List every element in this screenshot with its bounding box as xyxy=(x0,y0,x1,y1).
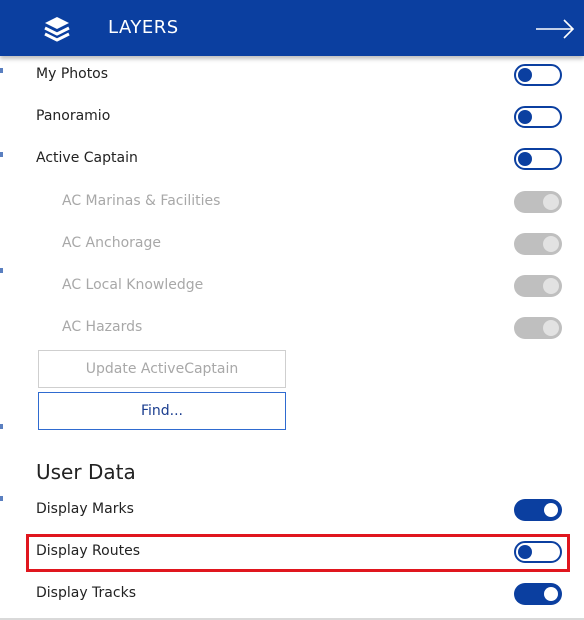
display-tracks-toggle[interactable] xyxy=(514,583,562,605)
ac-hazards-toggle xyxy=(514,317,562,339)
active-captain-toggle[interactable] xyxy=(514,148,562,170)
user-data-row-display-marks: Display Marks xyxy=(0,489,584,531)
toggle-knob xyxy=(544,503,558,517)
layer-label: AC Anchorage xyxy=(62,235,161,251)
layer-label: AC Local Knowledge xyxy=(62,277,204,293)
layer-row-panoramio: Panoramio xyxy=(0,96,584,138)
toggle-knob xyxy=(543,320,559,336)
toggle-knob xyxy=(518,152,532,166)
user-data-row-display-tracks: Display Tracks xyxy=(0,573,584,615)
panel-title: LAYERS xyxy=(108,17,179,38)
user-data-label: Display Tracks xyxy=(36,585,136,601)
toggle-knob xyxy=(543,194,559,210)
layer-label: Active Captain xyxy=(36,150,138,166)
layer-row-active-captain: Active Captain xyxy=(0,138,584,180)
ac-marinas-toggle xyxy=(514,191,562,213)
update-activecaptain-button: Update ActiveCaptain xyxy=(38,350,286,388)
arrow-right-icon[interactable] xyxy=(536,18,576,40)
layer-row-ac-anchorage: AC Anchorage xyxy=(0,223,584,265)
layer-label: AC Hazards xyxy=(62,319,143,335)
layer-label: My Photos xyxy=(36,66,109,82)
find-button[interactable]: Find... xyxy=(38,392,286,430)
layer-row-ac-hazards: AC Hazards xyxy=(0,307,584,349)
ac-local-knowledge-toggle xyxy=(514,275,562,297)
toggle-knob xyxy=(518,110,532,124)
panoramio-toggle[interactable] xyxy=(514,106,562,128)
edge-marker xyxy=(0,424,3,429)
toggle-knob xyxy=(543,278,559,294)
layers-header: LAYERS xyxy=(0,0,584,56)
user-data-label: Display Marks xyxy=(36,501,134,517)
ac-anchorage-toggle xyxy=(514,233,562,255)
layer-label: AC Marinas & Facilities xyxy=(62,193,221,209)
layers-icon xyxy=(44,17,70,42)
toggle-knob xyxy=(544,587,558,601)
layer-row-ac-marinas: AC Marinas & Facilities xyxy=(0,181,584,223)
toggle-knob xyxy=(518,68,532,82)
toggle-knob xyxy=(543,236,559,252)
my-photos-toggle[interactable] xyxy=(514,64,562,86)
layer-label: Panoramio xyxy=(36,108,111,124)
layer-row-ac-local-knowledge: AC Local Knowledge xyxy=(0,265,584,307)
display-routes-highlight xyxy=(26,534,570,572)
layer-row-my-photos: My Photos xyxy=(0,54,584,96)
user-data-heading: User Data xyxy=(36,460,136,484)
display-marks-toggle[interactable] xyxy=(514,499,562,521)
